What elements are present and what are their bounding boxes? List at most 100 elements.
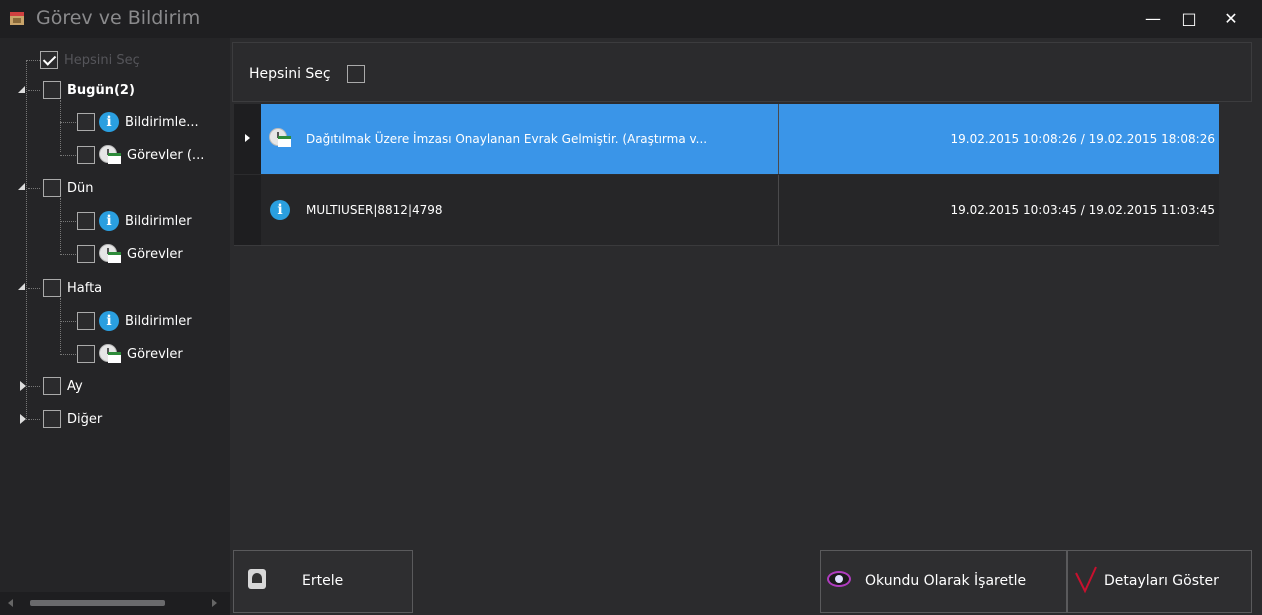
collapse-arrow-icon[interactable] <box>20 414 26 424</box>
tree-item-label: Görevler <box>127 346 183 362</box>
minimize-icon: — <box>1145 9 1161 28</box>
maximize-icon: □ <box>1181 9 1197 28</box>
tree-item-today-tasks[interactable]: Görevler (... <box>77 144 204 166</box>
select-all-checkbox[interactable] <box>347 65 365 83</box>
window-title: Görev ve Bildirim <box>36 7 201 29</box>
tree-connector <box>60 198 61 252</box>
scrollbar-thumb[interactable] <box>30 600 165 606</box>
check-icon <box>1075 566 1097 594</box>
tree-item-week-tasks[interactable]: Görevler <box>77 343 183 365</box>
title-bar: Görev ve Bildirim — □ ✕ <box>0 0 1262 38</box>
date-cell[interactable]: 19.02.2015 10:03:45 / 19.02.2015 11:03:4… <box>779 175 1219 245</box>
message-cell[interactable]: MULTIUSER|8812|4798 <box>301 175 778 245</box>
postpone-button[interactable]: Ertele <box>233 550 413 613</box>
tree-item-label: Görevler (... <box>127 147 205 163</box>
tree-item-select-all[interactable]: Hepsini Seç <box>40 49 140 71</box>
expand-arrow-icon[interactable] <box>18 183 25 190</box>
tree-connector <box>60 354 76 355</box>
eye-icon <box>827 571 851 587</box>
tree-connector <box>60 254 76 255</box>
tree-connector <box>28 288 40 289</box>
tree-group-month[interactable]: Ay <box>43 375 83 397</box>
tree-connector <box>60 155 76 156</box>
date-cell[interactable]: 19.02.2015 10:08:26 / 19.02.2015 18:08:2… <box>779 104 1219 174</box>
info-icon: i <box>99 112 119 132</box>
tree-item-label: Bildirimler <box>125 313 192 329</box>
group-checkbox[interactable] <box>43 410 61 428</box>
tree-item-label: Hepsini Seç <box>64 52 140 68</box>
scroll-right-icon[interactable] <box>212 599 217 607</box>
show-details-label: Detayları Göster <box>1104 573 1219 589</box>
group-checkbox[interactable] <box>43 81 61 99</box>
item-checkbox[interactable] <box>77 212 95 230</box>
collapse-arrow-icon[interactable] <box>20 381 26 391</box>
scroll-left-icon[interactable] <box>8 599 13 607</box>
expand-arrow-icon[interactable] <box>18 86 25 93</box>
task-icon <box>99 145 121 165</box>
select-all-label: Hepsini Seç <box>249 66 331 82</box>
group-checkbox[interactable] <box>43 179 61 197</box>
tree-item-label: Görevler <box>127 246 183 262</box>
close-icon: ✕ <box>1224 9 1238 28</box>
tree-connector <box>60 298 61 352</box>
tree-item-yesterday-tasks[interactable]: Görevler <box>77 243 183 265</box>
row-icon-cell <box>261 104 301 174</box>
tree-connector <box>26 60 40 61</box>
table-row[interactable]: i MULTIUSER|8812|4798 19.02.2015 10:03:4… <box>234 175 1219 246</box>
minimize-button[interactable]: — <box>1136 5 1170 33</box>
mark-read-button[interactable]: Okundu Olarak İşaretle <box>820 550 1067 613</box>
item-checkbox[interactable] <box>77 146 95 164</box>
grid-header: Hepsini Seç <box>232 42 1252 102</box>
message-text: Dağıtılmak Üzere İmzası Onaylanan Evrak … <box>306 132 708 146</box>
tree-item-today-notifications[interactable]: i Bildirimle... <box>77 111 199 133</box>
row-indicator <box>234 175 261 245</box>
notification-grid: Dağıtılmak Üzere İmzası Onaylanan Evrak … <box>234 104 1219 246</box>
message-cell[interactable]: Dağıtılmak Üzere İmzası Onaylanan Evrak … <box>301 104 778 174</box>
task-icon <box>99 344 121 364</box>
tree-connector <box>28 90 40 91</box>
tree-item-label: Dün <box>67 180 94 196</box>
app-icon <box>10 12 24 25</box>
info-icon: i <box>99 211 119 231</box>
row-indicator <box>234 104 261 174</box>
table-row[interactable]: Dağıtılmak Üzere İmzası Onaylanan Evrak … <box>234 104 1219 174</box>
tree-group-other[interactable]: Diğer <box>43 408 102 430</box>
tree-item-week-notifications[interactable]: i Bildirimler <box>77 310 192 332</box>
date-text: 19.02.2015 10:03:45 / 19.02.2015 11:03:4… <box>950 203 1215 217</box>
group-checkbox[interactable] <box>43 279 61 297</box>
message-text: MULTIUSER|8812|4798 <box>306 203 443 217</box>
current-row-arrow-icon <box>245 134 250 142</box>
tree-item-label: Bildirimle... <box>125 114 199 130</box>
task-icon <box>99 244 121 264</box>
tree-horizontal-scrollbar[interactable] <box>0 592 230 615</box>
row-icon-cell: i <box>261 175 301 245</box>
tree-item-label: Bildirimler <box>125 213 192 229</box>
item-checkbox[interactable] <box>77 345 95 363</box>
tree-item-yesterday-notifications[interactable]: i Bildirimler <box>77 210 192 232</box>
tree-connector <box>60 221 76 222</box>
tree-connector <box>60 100 61 152</box>
tree-group-today[interactable]: Bugün(2) <box>43 79 135 101</box>
tree-group-yesterday[interactable]: Dün <box>43 177 94 199</box>
item-checkbox[interactable] <box>77 312 95 330</box>
tree-connector <box>26 60 27 420</box>
tree-connector <box>60 122 76 123</box>
expand-arrow-icon[interactable] <box>18 283 25 290</box>
tree-connector <box>28 188 40 189</box>
item-checkbox[interactable] <box>77 113 95 131</box>
tree-item-label: Hafta <box>67 280 103 296</box>
select-all-checkbox[interactable] <box>40 51 58 69</box>
tree-item-label: Bugün(2) <box>67 82 135 98</box>
task-icon <box>269 128 291 148</box>
bell-icon <box>248 569 266 589</box>
item-checkbox[interactable] <box>77 245 95 263</box>
group-checkbox[interactable] <box>43 377 61 395</box>
date-text: 19.02.2015 10:08:26 / 19.02.2015 18:08:2… <box>950 132 1215 146</box>
postpone-label: Ertele <box>302 573 344 589</box>
info-icon: i <box>99 311 119 331</box>
close-button[interactable]: ✕ <box>1214 5 1248 33</box>
show-details-button[interactable]: Detayları Göster <box>1067 550 1252 613</box>
tree-group-week[interactable]: Hafta <box>43 277 102 299</box>
tree-connector <box>60 321 76 322</box>
maximize-button[interactable]: □ <box>1172 5 1206 33</box>
